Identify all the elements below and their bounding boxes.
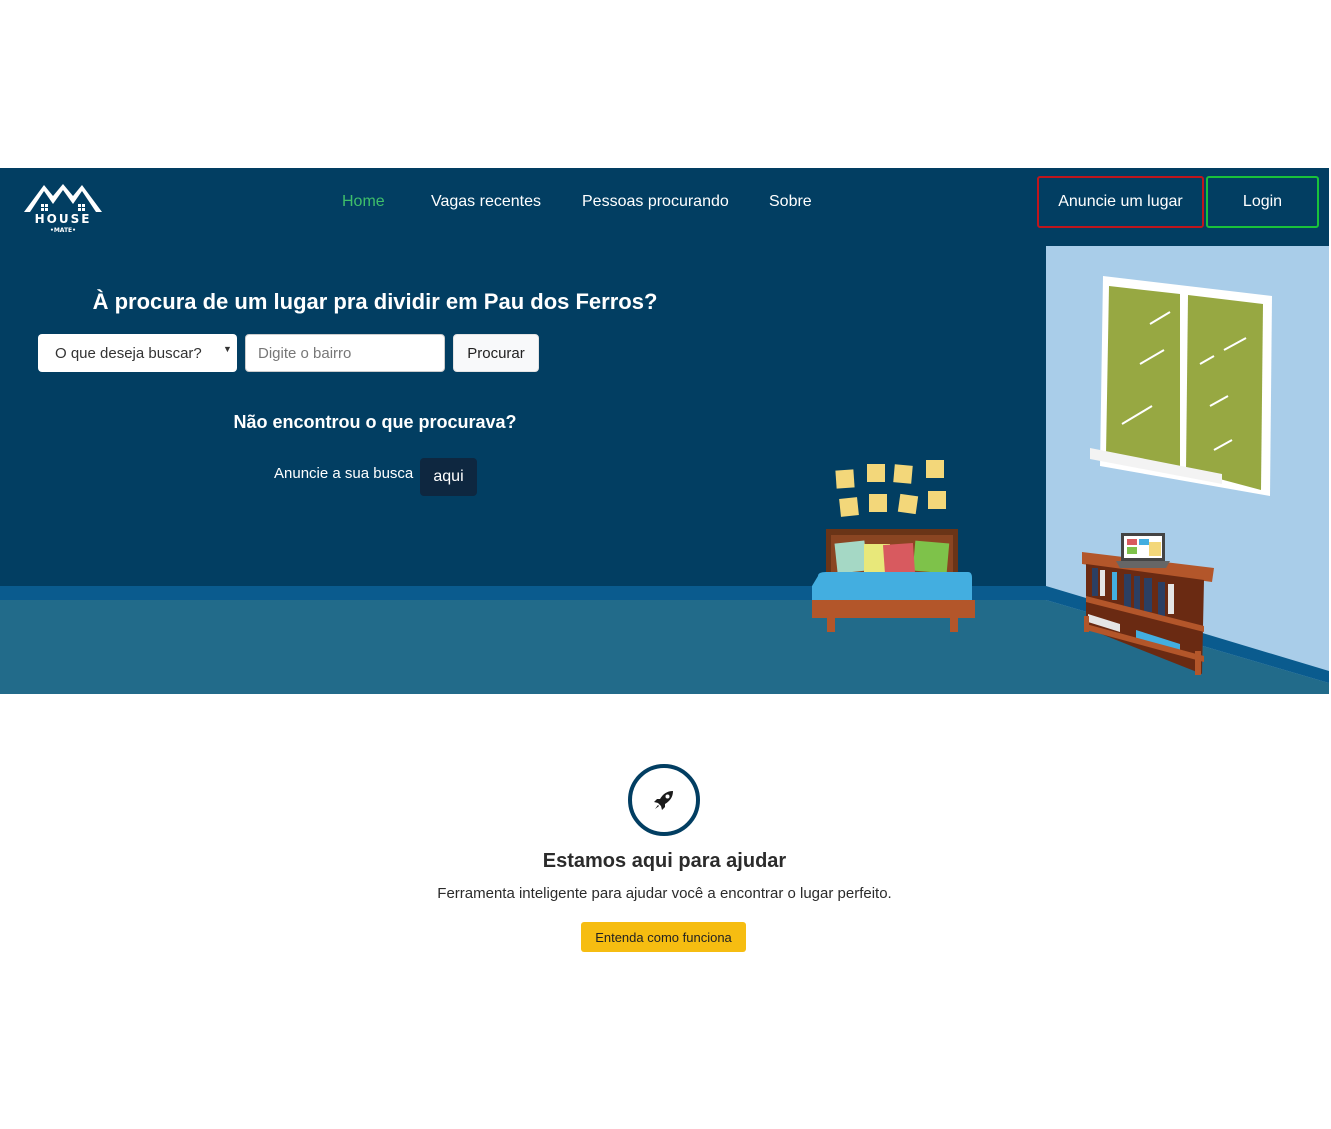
search-type-select-value: O que deseja buscar? <box>55 345 202 362</box>
login-button[interactable]: Login <box>1206 176 1319 228</box>
search-type-select[interactable]: O que deseja buscar? ▼ <box>38 334 237 372</box>
help-description: Ferramenta inteligente para ajudar você … <box>437 885 892 902</box>
anuncie-lugar-button[interactable]: Anuncie um lugar <box>1037 176 1204 228</box>
entenda-como-funciona-button[interactable]: Entenda como funciona <box>581 922 746 952</box>
nav-link-home[interactable]: Home <box>342 193 385 211</box>
rocket-icon <box>654 791 673 810</box>
nav-link-pessoas-procurando[interactable]: Pessoas procurando <box>582 193 729 211</box>
rocket-icon-circle <box>628 764 700 836</box>
chevron-down-icon: ▼ <box>223 344 232 354</box>
anuncie-busca-text: Anuncie a sua busca <box>274 465 414 482</box>
procurar-button[interactable]: Procurar <box>453 334 539 372</box>
logo-text: HOUSE <box>34 212 92 226</box>
logo-subtext: •MATE• <box>49 227 76 234</box>
hero-title: À procura de um lugar pra dividir em Pau… <box>92 289 658 314</box>
nav-link-vagas-recentes[interactable]: Vagas recentes <box>431 193 541 211</box>
hero-section: À procura de um lugar pra dividir em Pau… <box>0 246 1329 694</box>
not-found-heading: Não encontrou o que procurava? <box>233 412 517 432</box>
nav-link-sobre[interactable]: Sobre <box>769 193 812 211</box>
aqui-button[interactable]: aqui <box>420 458 477 496</box>
help-title: Estamos aqui para ajudar <box>542 850 787 872</box>
navbar: HOUSE •MATE• Home Vagas recentes Pessoas… <box>0 168 1329 246</box>
house-mate-logo[interactable]: HOUSE •MATE• <box>22 176 104 238</box>
bairro-input[interactable] <box>245 334 445 372</box>
house-roofs-icon <box>24 184 102 212</box>
